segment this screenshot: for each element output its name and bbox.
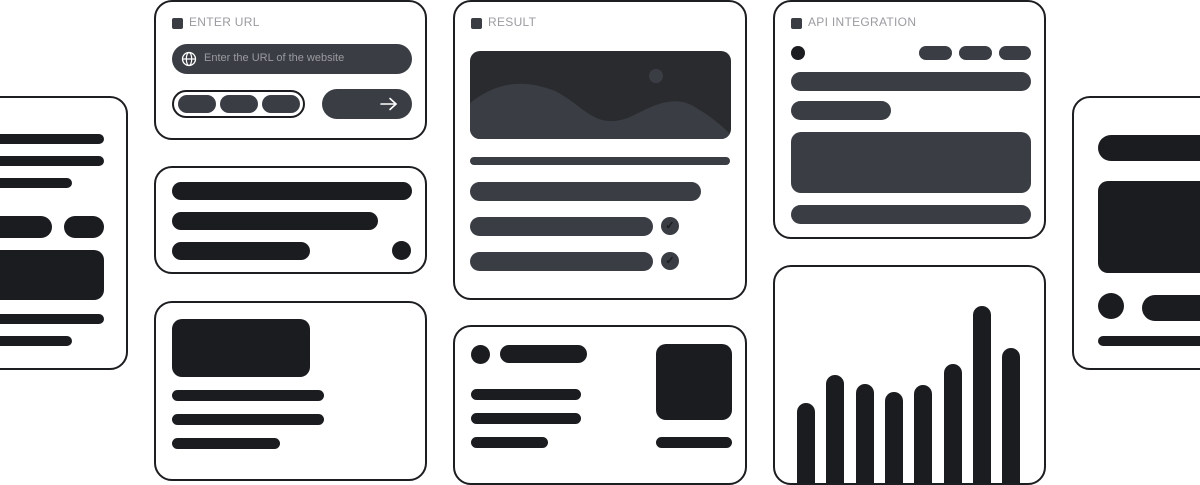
text-line [172,438,280,449]
text-line [0,178,72,188]
option-group [172,90,305,118]
section-square-icon [791,18,802,29]
text-line [470,182,701,201]
name-line [1142,295,1200,321]
chart-bar [884,392,903,483]
text-line [0,314,104,324]
bar-chart-card [773,265,1046,485]
content-block [1098,181,1200,273]
result-card: RESULT ✓ ✓ [453,0,747,300]
name-line [500,345,587,363]
left-partial-card [0,96,128,370]
content-block [0,250,104,300]
result-label: RESULT [488,15,537,29]
url-input-placeholder: Enter the URL of the website [204,52,345,64]
result-item [470,252,653,271]
thumbnail [172,319,310,377]
chart-bar [797,403,815,483]
chart-bar [1002,348,1021,483]
avatar [471,345,490,364]
enter-url-label: ENTER URL [189,15,260,29]
profile-card [453,325,747,485]
text-line [172,182,412,200]
section-square-icon [172,18,183,29]
submit-button[interactable] [322,89,412,119]
arrow-right-icon [379,96,399,112]
check-icon: ✓ [661,217,679,235]
text-line [791,205,1031,224]
option-pill[interactable] [178,95,216,113]
chart-bar [972,306,991,483]
divider-line [470,157,730,165]
header-bar [1098,135,1200,161]
method-pill[interactable] [999,46,1031,60]
enter-url-card: ENTER URL Enter the URL of the website [154,0,427,140]
text-line [0,336,72,346]
endpoint-line [791,72,1031,91]
check-icon: ✓ [661,252,679,270]
tag-pill [0,216,52,238]
text-line [172,414,324,425]
url-input[interactable]: Enter the URL of the website [172,44,412,74]
right-partial-card [1072,96,1200,370]
avatar [1098,293,1124,319]
status-dot [392,241,411,260]
chart-bar [914,385,933,483]
media-text-card [154,301,427,481]
text-line [656,437,732,448]
tag-pill [64,216,104,238]
text-line [172,212,378,230]
bar-chart [775,267,1044,483]
method-pill[interactable] [919,46,952,60]
chart-bar [855,384,874,483]
text-line [172,242,310,260]
method-pill[interactable] [959,46,992,60]
text-line [471,437,548,448]
chart-bar [826,375,845,483]
api-integration-card: API INTEGRATION [773,0,1046,239]
text-line [471,389,581,400]
landscape-image-icon [470,51,731,139]
option-pill[interactable] [262,95,300,113]
globe-icon [181,51,197,67]
status-dot [791,46,805,60]
text-line [0,134,104,144]
code-block [791,132,1031,193]
option-pill[interactable] [220,95,258,113]
section-square-icon [471,18,482,29]
api-integration-label: API INTEGRATION [808,15,917,29]
result-item [470,217,653,236]
text-line [1098,336,1200,346]
text-line [172,390,324,401]
text-line [791,101,891,120]
text-lines-card [154,166,427,274]
text-line [0,156,104,166]
text-line [471,413,581,424]
thumbnail [656,344,732,420]
chart-bar [943,364,962,483]
